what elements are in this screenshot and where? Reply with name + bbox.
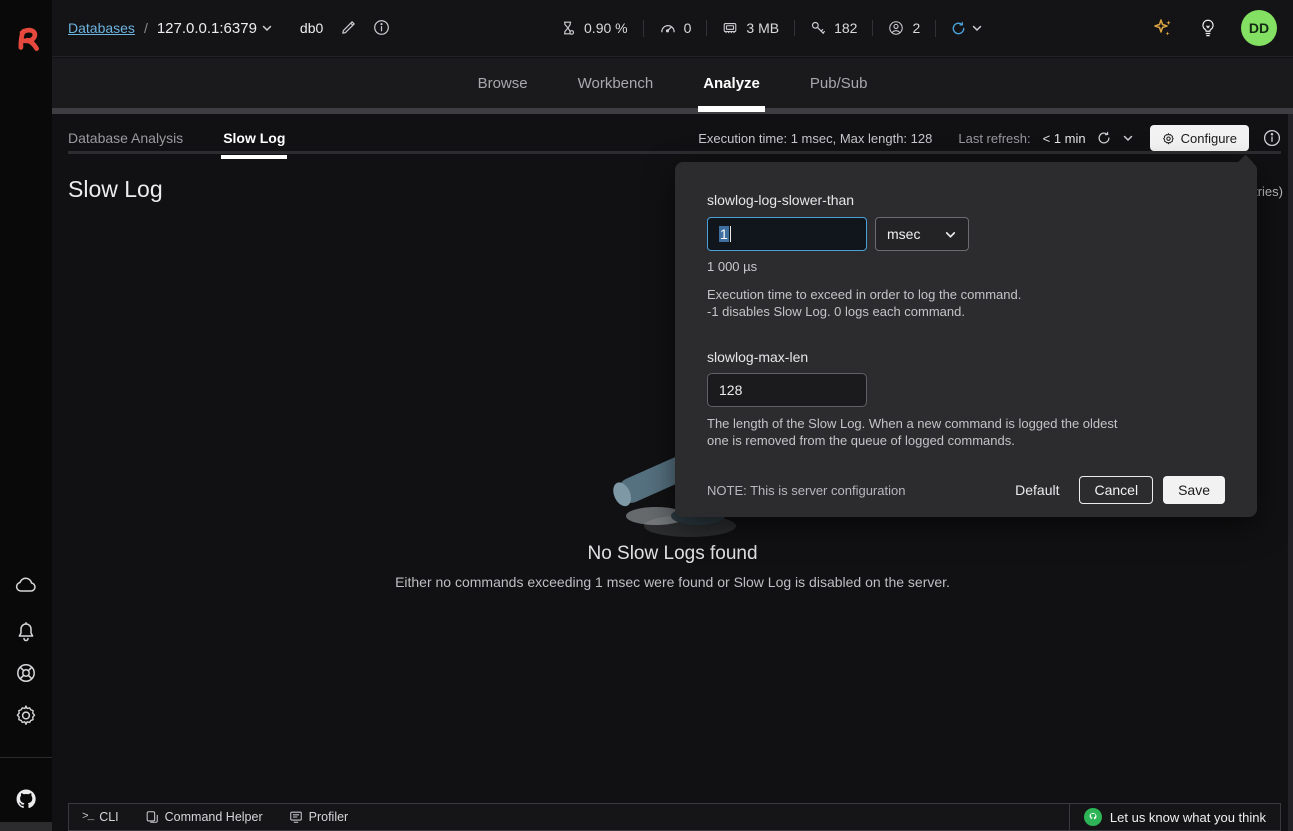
stat-commands: 0 [643,20,707,37]
db-index-selector[interactable]: db0 [300,20,323,36]
stat-keys-value: 182 [834,20,857,36]
chevron-down-icon [261,22,273,34]
settings-gear-icon[interactable] [14,703,38,727]
chevron-down-icon[interactable] [1122,132,1134,144]
stat-keys: 182 [794,20,872,36]
memory-chip-icon [722,20,738,36]
command-helper-label: Command Helper [165,810,263,824]
last-refresh-label: Last refresh: [958,131,1030,146]
user-circle-icon [888,20,904,36]
header-refresh-control[interactable] [935,20,997,37]
tabbar-underline-track [52,108,1293,114]
tab-pubsub[interactable]: Pub/Sub [808,61,870,106]
breadcrumb-databases-link[interactable]: Databases [68,20,135,36]
sidebar [0,0,52,831]
slowlog-info-icon[interactable] [1263,129,1281,147]
last-refresh-value: < 1 min [1043,131,1086,146]
max-len-label: slowlog-max-len [707,349,1225,365]
log-list-icon [289,810,303,824]
unit-select-value: msec [887,226,920,242]
header-right-controls: DD [1151,10,1277,46]
stat-commands-value: 0 [684,20,692,36]
breadcrumb-separator: / [144,20,148,36]
page-title: Slow Log [68,176,163,203]
insights-lightbulb-icon[interactable] [1197,17,1219,39]
slower-than-help-text: Execution time to exceed in order to log… [707,286,1225,320]
server-config-note: NOTE: This is server configuration [707,483,905,498]
database-host-dropdown[interactable]: 127.0.0.1:6379 [157,20,273,37]
stat-memory-value: 3 MB [746,20,779,36]
stat-clients: 2 [872,20,935,36]
help-lifebuoy-icon[interactable] [14,661,38,685]
terminal-icon: >_ [82,811,93,823]
configure-button-label: Configure [1181,131,1237,146]
chevron-down-icon [944,228,957,241]
stat-clients-value: 2 [912,20,920,36]
notifications-bell-icon[interactable] [14,620,38,644]
max-len-help-text: The length of the Slow Log. When a new c… [707,415,1225,449]
feedback-label: Let us know what you think [1110,810,1266,825]
slower-than-input-value: 1 [719,226,729,242]
redis-logo-icon[interactable] [13,24,40,53]
tab-workbench[interactable]: Workbench [576,61,656,106]
configure-button[interactable]: Configure [1150,125,1249,151]
profiler-toggle[interactable]: Profiler [289,810,349,824]
stat-cpu: 0.90 % [545,20,643,36]
cli-toggle[interactable]: >_ CLI [82,810,119,824]
sidebar-divider [0,757,52,758]
feedback-link[interactable]: Let us know what you think [1069,804,1280,830]
slowlog-config-popover: slowlog-log-slower-than 1 msec 1 000 µs … [675,162,1257,517]
converted-value-text: 1 000 µs [707,259,1225,274]
refresh-icon [950,20,967,37]
empty-state-description: Either no commands exceeding 1 msec were… [52,574,1293,590]
db-info-icon[interactable] [373,19,391,37]
empty-state-title: No Slow Logs found [52,543,1293,565]
gear-icon [1162,132,1175,145]
main-nav-tabs: Browse Workbench Analyze Pub/Sub [52,58,1293,108]
cloud-icon[interactable] [14,574,38,598]
github-icon[interactable] [14,787,38,811]
max-len-input[interactable] [707,373,867,407]
stat-cpu-value: 0.90 % [584,20,628,36]
refresh-icon[interactable] [1096,130,1112,146]
breadcrumb: Databases / 127.0.0.1:6379 db0 [68,19,391,37]
subtab-database-analysis[interactable]: Database Analysis [68,124,183,152]
execution-info-text: Execution time: 1 msec, Max length: 128 [698,131,932,146]
app-header: Databases / 127.0.0.1:6379 db0 0.90 % 0 [52,0,1293,57]
command-helper-toggle[interactable]: Command Helper [145,810,263,824]
vertical-scrollbar[interactable] [1288,108,1293,831]
cancel-button[interactable]: Cancel [1079,476,1153,504]
tab-browse[interactable]: Browse [476,61,530,106]
subnav-row: Database Analysis Slow Log Execution tim… [68,122,1281,154]
copilot-sparkles-icon[interactable] [1151,16,1175,40]
unit-select[interactable]: msec [875,217,969,251]
text-cursor [730,226,731,242]
chevron-down-icon [971,22,983,34]
hourglass-icon [560,20,576,36]
sidebar-bottom-strip [0,822,52,831]
edit-pencil-icon[interactable] [340,19,358,37]
bottom-bar: >_ CLI Command Helper Profiler Let us kn… [68,803,1281,831]
slower-than-input[interactable]: 1 [707,217,867,251]
database-stats: 0.90 % 0 3 MB 182 2 [545,20,997,37]
slower-than-label: slowlog-log-slower-than [707,192,1225,208]
gauge-icon [659,20,676,37]
stat-memory: 3 MB [706,20,794,36]
copy-docs-icon [145,810,159,824]
default-button[interactable]: Default [1015,482,1059,498]
slowlog-toolbar: Execution time: 1 msec, Max length: 128 … [698,125,1281,151]
tab-analyze[interactable]: Analyze [701,61,762,106]
subtab-slow-log[interactable]: Slow Log [223,124,285,152]
user-avatar[interactable]: DD [1241,10,1277,46]
cli-label: CLI [99,810,118,824]
save-button[interactable]: Save [1163,476,1225,504]
feedback-github-icon [1084,808,1102,826]
key-icon [810,20,826,36]
profiler-label: Profiler [309,810,349,824]
